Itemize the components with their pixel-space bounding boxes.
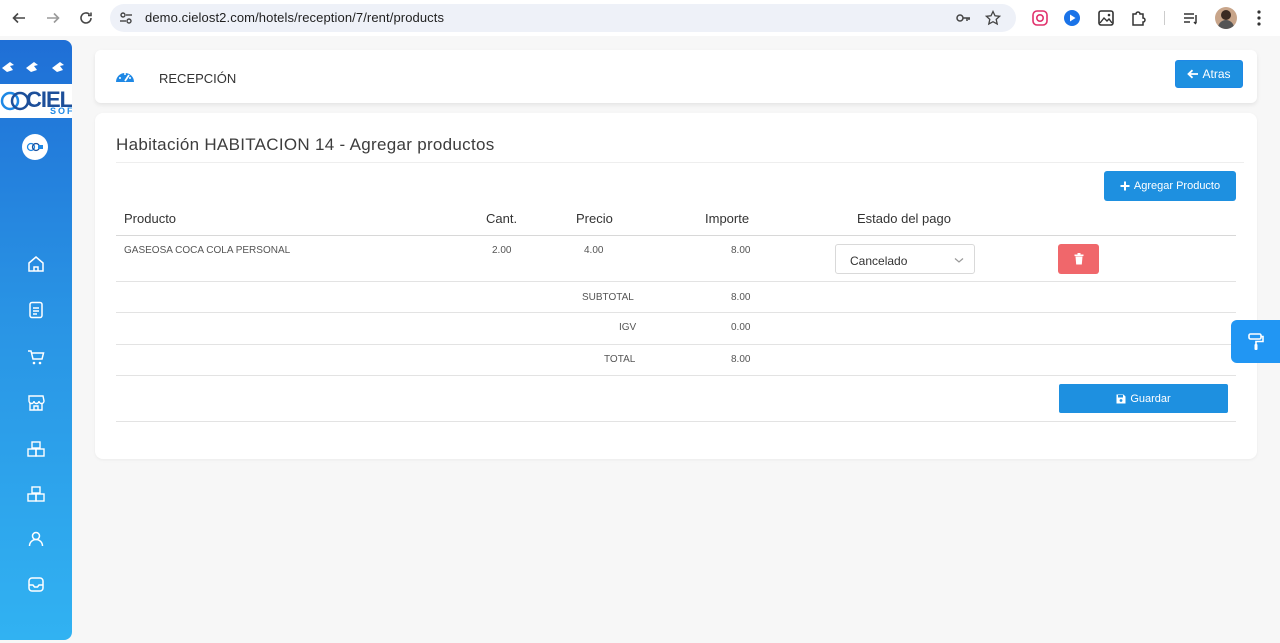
site-settings-icon[interactable]	[118, 10, 134, 26]
wings-icon	[2, 62, 64, 72]
toolbar-divider	[1164, 11, 1165, 25]
brand-subtitle: SOFT	[50, 106, 72, 116]
sidebar: CIEL SOFT	[0, 40, 72, 640]
extension-play-icon[interactable]	[1063, 9, 1081, 27]
boxes-icon[interactable]	[26, 439, 46, 459]
home-icon[interactable]	[26, 254, 46, 274]
trash-icon	[1074, 253, 1083, 265]
igv-value: 0.00	[731, 322, 751, 333]
column-header-precio: Precio	[576, 211, 613, 226]
inbox-icon[interactable]	[26, 574, 46, 594]
column-header-cant: Cant.	[486, 211, 518, 226]
floppy-disk-icon	[1116, 394, 1126, 403]
add-product-label: Agregar Producto	[1133, 180, 1221, 192]
subtotal-label: SUBTOTAL	[582, 292, 634, 303]
row-rule	[116, 421, 1236, 422]
dashboard-gauge-icon	[116, 73, 134, 82]
cell-cant: 2.00	[492, 245, 512, 256]
boxes-icon[interactable]	[26, 484, 46, 504]
reading-list-icon[interactable]	[1182, 9, 1200, 27]
subtotal-value: 8.00	[731, 292, 751, 303]
back-button[interactable]: Atras	[1175, 60, 1243, 88]
row-rule	[116, 344, 1236, 345]
row-rule	[116, 312, 1236, 313]
address-bar[interactable]: demo.cielost2.com/hotels/reception/7/ren…	[110, 4, 1016, 32]
back-arrow-icon[interactable]	[9, 8, 29, 28]
back-button-label: Atras	[1202, 67, 1231, 81]
header-rule	[116, 235, 1236, 236]
extension-image-icon[interactable]	[1097, 9, 1115, 27]
menu-kebab-icon[interactable]	[1250, 9, 1268, 27]
document-icon[interactable]	[26, 300, 46, 320]
page-title: RECEPCIÓN	[159, 71, 237, 86]
plus-icon	[1120, 181, 1130, 191]
total-value: 8.00	[731, 354, 751, 365]
igv-label: IGV	[619, 322, 637, 333]
reload-icon[interactable]	[76, 8, 96, 28]
forward-arrow-icon[interactable]	[43, 8, 63, 28]
column-header-producto: Producto	[124, 211, 177, 226]
payment-status-value: Cancelado	[850, 254, 908, 268]
brand-logo[interactable]: CIEL SOFT	[0, 84, 72, 118]
paint-roller-icon	[1247, 332, 1264, 350]
chevron-down-icon	[954, 258, 964, 263]
row-rule	[116, 375, 1236, 376]
theme-customizer-button[interactable]	[1231, 320, 1280, 363]
save-button-label: Guardar	[1130, 392, 1171, 405]
section-title: Habitación HABITACION 14 - Agregar produ…	[116, 135, 495, 154]
cell-importe: 8.00	[731, 245, 751, 256]
column-header-importe: Importe	[705, 211, 750, 226]
cart-icon[interactable]	[26, 347, 46, 367]
cell-precio: 4.00	[584, 245, 604, 256]
header-card: RECEPCIÓN Atras	[95, 50, 1257, 103]
cell-producto: GASEOSA COCA COLA PERSONAL	[124, 245, 291, 256]
total-label: TOTAL	[604, 354, 636, 365]
arrow-left-icon	[1187, 69, 1199, 79]
user-avatar[interactable]	[22, 134, 48, 160]
user-icon[interactable]	[26, 529, 46, 549]
extension-instagram-icon[interactable]	[1031, 9, 1049, 27]
key-icon[interactable]	[955, 10, 971, 26]
mini-logo-icon	[26, 142, 43, 152]
profile-avatar[interactable]	[1215, 7, 1237, 29]
browser-toolbar: demo.cielost2.com/hotels/reception/7/ren…	[0, 0, 1280, 36]
save-button[interactable]: Guardar	[1059, 384, 1228, 413]
store-icon[interactable]	[26, 393, 46, 413]
row-rule	[116, 281, 1236, 282]
products-card: Habitación HABITACION 14 - Agregar produ…	[95, 113, 1257, 459]
add-product-button[interactable]: Agregar Producto	[1104, 171, 1236, 201]
divider	[116, 162, 1244, 163]
url-text: demo.cielost2.com/hotels/reception/7/ren…	[145, 10, 445, 25]
payment-status-select[interactable]: Cancelado	[835, 244, 975, 274]
star-icon[interactable]	[985, 10, 1001, 26]
delete-row-button[interactable]	[1058, 244, 1099, 274]
column-header-estado: Estado del pago	[857, 211, 951, 226]
extensions-puzzle-icon[interactable]	[1129, 9, 1147, 27]
